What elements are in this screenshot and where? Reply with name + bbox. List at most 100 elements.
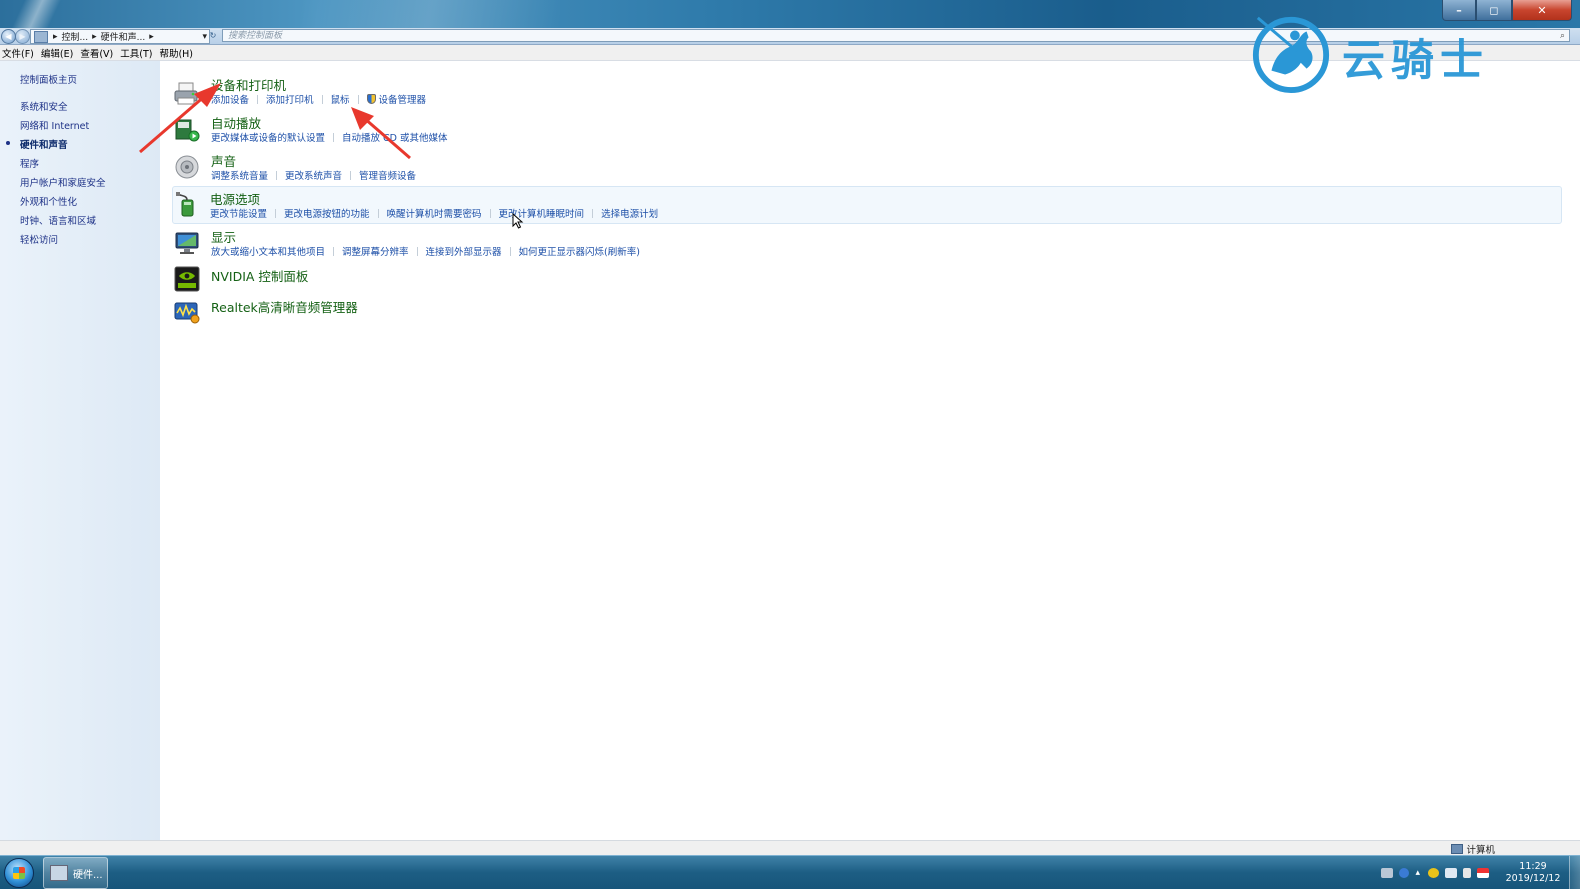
link-separator <box>509 246 511 256</box>
taskbar-item-control-panel[interactable]: 硬件... <box>43 857 108 889</box>
link-change-sounds[interactable]: 更改系统声音 <box>285 168 342 182</box>
menu-view[interactable]: 查看(V) <box>80 46 113 60</box>
refresh-icon: ↻ <box>209 31 217 40</box>
breadcrumb-item-hardware[interactable]: 硬件和声... <box>101 30 146 43</box>
link-separator <box>377 208 379 218</box>
system-tray: ▴ 11:29 2019/12/12 <box>1381 856 1580 889</box>
link-fix-monitor-flicker[interactable]: 如何更正显示器闪烁(刷新率) <box>519 244 640 258</box>
status-computer: 计算机 <box>1451 842 1495 856</box>
link-power-saving-settings[interactable]: 更改节能设置 <box>210 206 267 220</box>
link-mouse[interactable]: 鼠标 <box>331 92 350 106</box>
link-add-printer[interactable]: 添加打印机 <box>266 92 314 106</box>
keyboard-icon[interactable] <box>1381 867 1394 878</box>
security-tray-icon[interactable] <box>1428 867 1439 878</box>
sidebar-item-ease-of-access[interactable]: 轻松访问 <box>20 232 58 246</box>
sidebar: 控制面板主页 系统和安全 网络和 Internet 硬件和声音 程序 用户帐户和… <box>0 61 160 840</box>
link-add-device[interactable]: 添加设备 <box>211 92 249 106</box>
back-button[interactable]: ◀ <box>1 29 16 44</box>
taskbar: 硬件... ▴ 11:29 2019/12/12 <box>0 855 1580 889</box>
link-separator <box>357 94 359 104</box>
link-adjust-volume[interactable]: 调整系统音量 <box>211 168 268 182</box>
main-content: 设备和打印机 添加设备 添加打印机 鼠标 设备管理器 自动播放 更改媒体或设备的… <box>160 61 1580 840</box>
link-choose-power-plan[interactable]: 选择电源计划 <box>601 206 658 220</box>
sidebar-item-home[interactable]: 控制面板主页 <box>20 72 77 86</box>
refresh-button[interactable]: ↻ <box>207 29 219 42</box>
sidebar-item-user-accounts[interactable]: 用户帐户和家庭安全 <box>20 175 106 189</box>
start-button[interactable] <box>4 858 34 888</box>
status-computer-label: 计算机 <box>1466 845 1495 856</box>
sidebar-item-network[interactable]: 网络和 Internet <box>20 118 89 132</box>
link-separator <box>333 246 335 256</box>
watermark: 云骑士 <box>1250 12 1540 96</box>
computer-icon <box>1451 844 1464 854</box>
action-center-flag-icon[interactable] <box>1477 867 1489 878</box>
link-adjust-resolution[interactable]: 调整屏幕分辨率 <box>342 244 409 258</box>
category-links-power-options: 更改节能设置 更改电源按钮的功能 唤醒计算机时需要密码 更改计算机睡眠时间 选择… <box>210 206 658 220</box>
link-connect-external-display[interactable]: 连接到外部显示器 <box>426 244 502 258</box>
glass-glare <box>10 0 70 28</box>
breadcrumb[interactable]: ▸ 控制... ▸ 硬件和声... ▸ ▾ <box>30 29 210 44</box>
breadcrumb-separator-icon: ▸ <box>92 31 97 42</box>
link-separator <box>592 208 594 218</box>
menu-help[interactable]: 帮助(H) <box>159 46 193 60</box>
category-power-options: 电源选项 更改节能设置 更改电源按钮的功能 唤醒计算机时需要密码 更改计算机睡眠… <box>172 186 1562 229</box>
link-change-media-defaults[interactable]: 更改媒体或设备的默认设置 <box>211 130 325 144</box>
forward-arrow-icon: ▶ <box>19 31 26 41</box>
link-device-manager[interactable]: 设备管理器 <box>379 92 427 106</box>
network-icon[interactable] <box>1445 867 1457 878</box>
link-separator <box>275 208 277 218</box>
uac-shield-icon <box>366 94 376 104</box>
mouse-cursor-icon <box>512 213 524 229</box>
nvidia-icon <box>174 266 200 292</box>
search-icon[interactable]: ⌕ <box>1560 30 1565 43</box>
menu-file[interactable]: 文件(F) <box>2 46 34 60</box>
volume-icon[interactable] <box>1463 867 1471 878</box>
forward-button[interactable]: ▶ <box>15 29 30 44</box>
link-manage-audio-devices[interactable]: 管理音频设备 <box>359 168 416 182</box>
back-arrow-icon: ◀ <box>5 31 12 41</box>
clock-time: 11:29 <box>1519 860 1547 872</box>
control-panel-icon <box>34 30 48 43</box>
printer-icon <box>174 82 198 105</box>
link-separator <box>489 208 491 218</box>
help-icon[interactable] <box>1399 867 1410 878</box>
category-title-realtek[interactable]: Realtek高清晰音频管理器 <box>211 297 358 316</box>
category-links-devices-printers: 添加设备 添加打印机 鼠标 设备管理器 <box>211 92 426 106</box>
category-links-sound: 调整系统音量 更改系统声音 管理音频设备 <box>211 168 416 182</box>
monitor-icon <box>175 232 199 254</box>
realtek-icon <box>174 302 200 324</box>
link-require-password-on-wake[interactable]: 唤醒计算机时需要密码 <box>387 206 482 220</box>
status-bar: 计算机 <box>0 840 1580 856</box>
menu-tools[interactable]: 工具(T) <box>120 46 152 60</box>
clock[interactable]: 11:29 2019/12/12 <box>1501 861 1565 885</box>
sidebar-item-clock-region[interactable]: 时钟、语言和区域 <box>20 213 96 227</box>
show-desktop-button[interactable] <box>1569 856 1580 889</box>
sidebar-item-system-security[interactable]: 系统和安全 <box>20 99 68 113</box>
knight-logo-icon <box>1252 16 1330 94</box>
taskbar-item-label: 硬件... <box>73 869 103 881</box>
search-placeholder: 搜索控制面板 <box>228 31 283 41</box>
sidebar-item-programs[interactable]: 程序 <box>20 156 39 170</box>
link-separator <box>416 246 418 256</box>
category-title-nvidia[interactable]: NVIDIA 控制面板 <box>211 266 308 285</box>
link-resize-text[interactable]: 放大或缩小文本和其他项目 <box>211 244 325 258</box>
link-autoplay-cd[interactable]: 自动播放 CD 或其他媒体 <box>342 130 448 144</box>
breadcrumb-item-control-panel[interactable]: 控制... <box>62 30 89 43</box>
breadcrumb-separator-icon: ▸ <box>53 31 58 42</box>
link-separator <box>333 132 335 142</box>
watermark-text: 云骑士 <box>1342 36 1489 86</box>
sidebar-item-appearance[interactable]: 外观和个性化 <box>20 194 77 208</box>
show-hidden-icons-icon[interactable]: ▴ <box>1415 868 1420 878</box>
glass-glare <box>300 0 560 28</box>
link-separator <box>321 94 323 104</box>
autoplay-icon <box>175 119 200 142</box>
speaker-icon <box>175 155 199 179</box>
breadcrumb-separator-icon: ▸ <box>149 31 154 42</box>
menu-edit[interactable]: 编辑(E) <box>41 46 73 60</box>
link-power-button-function[interactable]: 更改电源按钮的功能 <box>284 206 370 220</box>
link-separator <box>257 94 259 104</box>
current-item-bullet <box>6 141 10 145</box>
link-separator <box>276 170 278 180</box>
sidebar-item-hardware-sound[interactable]: 硬件和声音 <box>20 137 68 151</box>
category-links-autoplay: 更改媒体或设备的默认设置 自动播放 CD 或其他媒体 <box>211 130 448 144</box>
